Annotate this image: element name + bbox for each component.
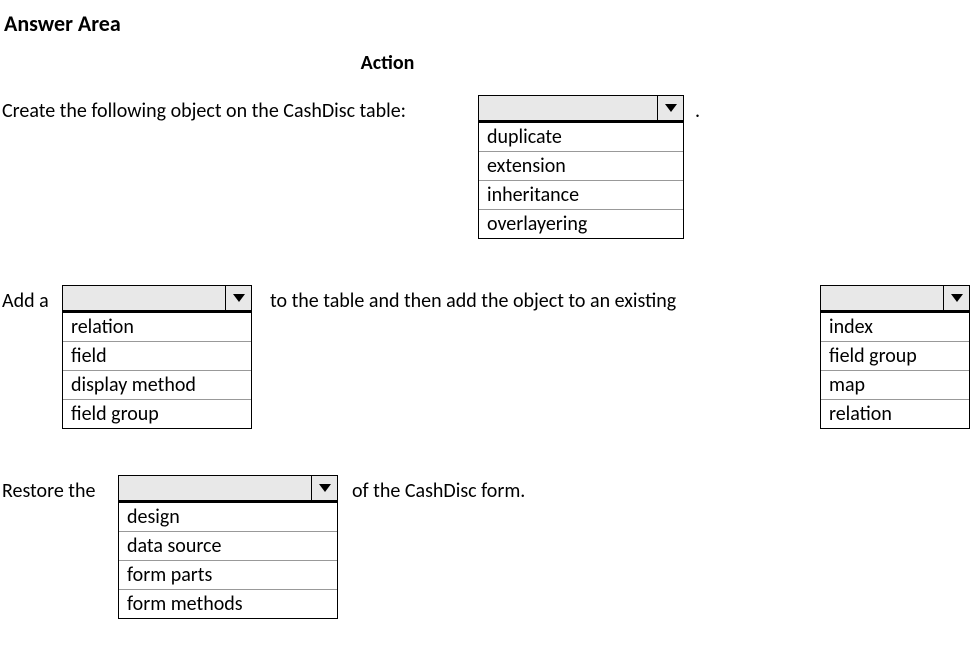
option-design[interactable]: design xyxy=(119,503,337,532)
row3-text1: Restore the xyxy=(2,479,95,503)
dropdown-object-type: duplicate extension inheritance overlaye… xyxy=(478,95,684,239)
select-existing[interactable] xyxy=(820,285,970,311)
option-display-method[interactable]: display method xyxy=(63,371,251,400)
option-index[interactable]: index xyxy=(821,313,969,342)
select-object-type[interactable] xyxy=(478,95,684,121)
row2-text1: Add a xyxy=(2,289,49,313)
row2-text2: to the table and then add the object to … xyxy=(270,289,676,313)
option-field[interactable]: field xyxy=(63,342,251,371)
option-field-group2[interactable]: field group xyxy=(821,342,969,371)
option-inheritance[interactable]: inheritance xyxy=(479,181,683,210)
option-relation[interactable]: relation xyxy=(63,313,251,342)
options-object-type: duplicate extension inheritance overlaye… xyxy=(478,121,684,239)
option-overlayering[interactable]: overlayering xyxy=(479,210,683,238)
question-row-3: Restore the design data source form part… xyxy=(0,475,975,615)
dropdown-add: relation field display method field grou… xyxy=(62,285,252,429)
chevron-down-icon xyxy=(943,286,969,310)
options-add: relation field display method field grou… xyxy=(62,311,252,429)
select-value xyxy=(479,96,657,120)
action-heading: Action xyxy=(0,51,975,75)
chevron-down-icon xyxy=(225,286,251,310)
option-duplicate[interactable]: duplicate xyxy=(479,123,683,152)
option-relation2[interactable]: relation xyxy=(821,400,969,428)
question-row-1: Create the following object on the CashD… xyxy=(0,95,975,245)
dropdown-restore: design data source form parts form metho… xyxy=(118,475,338,619)
row1-text: Create the following object on the CashD… xyxy=(2,99,406,123)
row1-period: . xyxy=(695,99,700,123)
option-form-methods[interactable]: form methods xyxy=(119,590,337,618)
select-restore[interactable] xyxy=(118,475,338,501)
option-extension[interactable]: extension xyxy=(479,152,683,181)
question-row-2: Add a relation field display method fiel… xyxy=(0,285,975,435)
option-data-source[interactable]: data source xyxy=(119,532,337,561)
option-field-group[interactable]: field group xyxy=(63,400,251,428)
option-map[interactable]: map xyxy=(821,371,969,400)
select-value xyxy=(119,476,311,500)
dropdown-existing: index field group map relation xyxy=(820,285,970,429)
options-restore: design data source form parts form metho… xyxy=(118,501,338,619)
select-value xyxy=(821,286,943,310)
select-add[interactable] xyxy=(62,285,252,311)
chevron-down-icon xyxy=(657,96,683,120)
page-title: Answer Area xyxy=(0,10,975,37)
chevron-down-icon xyxy=(311,476,337,500)
option-form-parts[interactable]: form parts xyxy=(119,561,337,590)
options-existing: index field group map relation xyxy=(820,311,970,429)
row3-text2: of the CashDisc form. xyxy=(352,479,525,503)
select-value xyxy=(63,286,225,310)
